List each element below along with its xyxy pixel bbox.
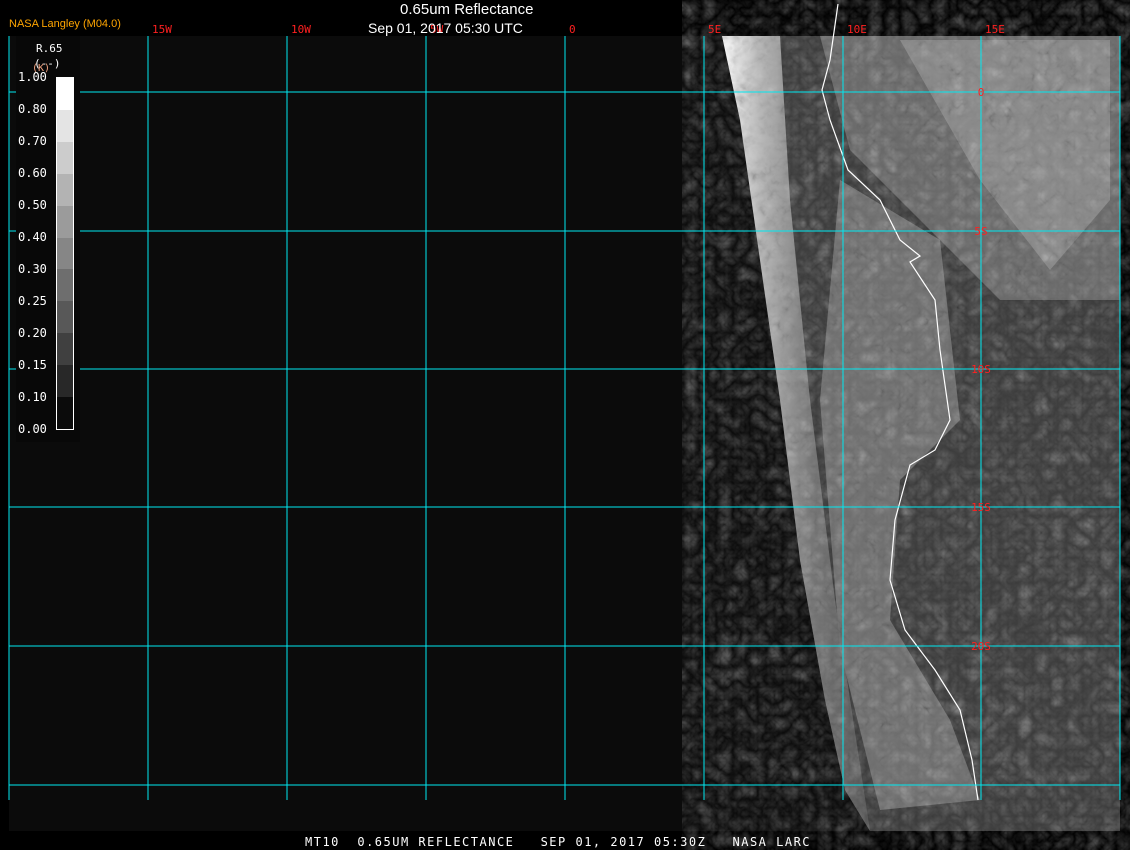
- longitude-label: 15W: [152, 23, 172, 36]
- legend-tick-label: 0.70: [18, 134, 47, 148]
- satellite-image-viewer: 15W 10W 5W 0 5E 10E 15E 0 5S 10S 15S 20S NASA Langl…: [0, 0, 1130, 850]
- legend-swatch: [57, 141, 73, 175]
- legend-tick-label: 0.40: [18, 230, 47, 244]
- latitude-label: 20S: [971, 640, 991, 653]
- legend-swatch: [57, 109, 73, 143]
- provider-credit: NASA Langley (M04.0): [9, 18, 121, 30]
- legend-swatch: [57, 301, 73, 334]
- legend-swatch: [57, 397, 73, 430]
- legend-tick-label: 1.00: [18, 70, 47, 84]
- longitude-label: 10W: [291, 23, 311, 36]
- legend-swatch: [57, 173, 73, 207]
- legend-variable: R.65: [36, 42, 63, 55]
- latitude-label: 15S: [971, 501, 991, 514]
- legend-tick-label: 0.00: [18, 422, 47, 436]
- latitude-label: 10S: [971, 363, 991, 376]
- legend-tick-label: 0.60: [18, 166, 47, 180]
- color-legend: R.65 (--) (K) 1.00 0.80 0.70 0.60 0.50 0.40 0.…: [16, 36, 80, 442]
- legend-tick-label: 0.15: [18, 358, 47, 372]
- latitude-label: 5S: [974, 225, 987, 238]
- legend-tick-label: 0.50: [18, 198, 47, 212]
- latitude-label: 0: [978, 86, 985, 99]
- legend-tick-label: 0.25: [18, 294, 47, 308]
- longitude-label: 0: [569, 23, 576, 36]
- cloud-texture: [722, 36, 1120, 831]
- image-title: 0.65um Reflectance: [400, 1, 534, 18]
- legend-tick-label: 0.10: [18, 390, 47, 404]
- legend-swatch: [57, 237, 73, 270]
- longitude-label: 10E: [847, 23, 867, 36]
- longitude-label: 5E: [708, 23, 721, 36]
- legend-colorbar: [56, 77, 74, 430]
- longitude-label: 15E: [985, 23, 1005, 36]
- legend-tick-label: 0.20: [18, 326, 47, 340]
- legend-swatch: [57, 78, 73, 111]
- legend-tick-label: 0.80: [18, 102, 47, 116]
- footer-caption: MT10 0.65UM REFLECTANCE SEP 01, 2017 05:…: [305, 835, 812, 849]
- legend-swatch: [57, 333, 73, 366]
- legend-tick-label: 0.30: [18, 262, 47, 276]
- image-timestamp: Sep 01, 2017 05:30 UTC: [368, 20, 523, 36]
- legend-swatch: [57, 269, 73, 302]
- legend-swatch: [57, 365, 73, 398]
- earth-disk: [722, 3, 1120, 831]
- map-canvas[interactable]: 15W 10W 5W 0 5E 10E 15E05S10S15S20S: [0, 0, 1130, 850]
- legend-swatch: [57, 205, 73, 239]
